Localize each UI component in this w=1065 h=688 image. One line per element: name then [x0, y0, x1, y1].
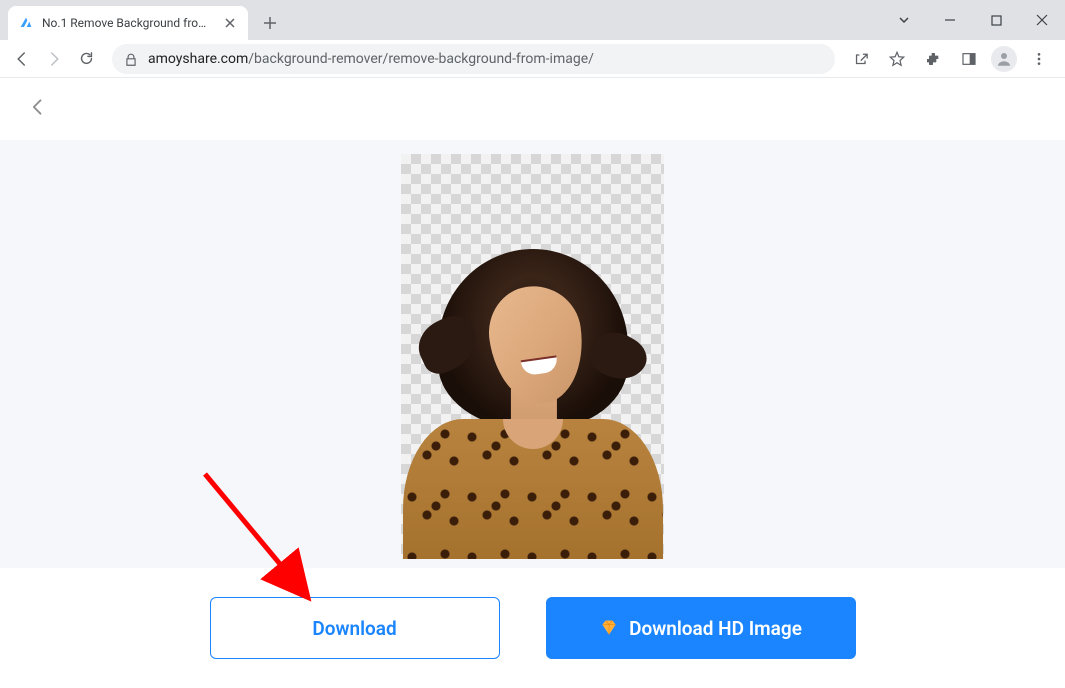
page-header — [0, 78, 1065, 140]
maximize-button[interactable] — [973, 4, 1019, 36]
download-label: Download — [312, 617, 396, 640]
tab-title: No.1 Remove Background from I — [42, 16, 214, 30]
bookmark-icon[interactable] — [883, 45, 911, 73]
reload-button[interactable] — [72, 45, 100, 73]
close-window-button[interactable] — [1019, 4, 1065, 36]
menu-icon[interactable] — [1025, 45, 1053, 73]
site-favicon — [18, 15, 34, 31]
page-back-button[interactable] — [28, 97, 52, 121]
back-button[interactable] — [8, 45, 36, 73]
browser-toolbar: amoyshare.com/background-remover/remove-… — [0, 40, 1065, 78]
result-canvas — [0, 140, 1065, 568]
profile-avatar[interactable] — [991, 46, 1017, 72]
minimize-button[interactable] — [927, 4, 973, 36]
diamond-icon — [599, 618, 619, 638]
lock-icon — [124, 52, 138, 66]
download-button[interactable]: Download — [210, 597, 500, 659]
browser-tab-bar: No.1 Remove Background from I — [0, 0, 1065, 40]
download-hd-label: Download HD Image — [629, 617, 802, 640]
share-icon[interactable] — [847, 45, 875, 73]
close-tab-icon[interactable] — [222, 15, 238, 31]
download-hd-button[interactable]: Download HD Image — [546, 597, 856, 659]
address-bar[interactable]: amoyshare.com/background-remover/remove-… — [112, 44, 835, 74]
action-buttons: Download Download HD Image — [0, 568, 1065, 688]
url-text: amoyshare.com/background-remover/remove-… — [148, 51, 823, 67]
new-tab-button[interactable] — [256, 9, 284, 37]
transparent-background — [401, 154, 664, 559]
browser-tab[interactable]: No.1 Remove Background from I — [8, 6, 248, 40]
forward-button[interactable] — [40, 45, 68, 73]
extensions-icon[interactable] — [919, 45, 947, 73]
side-panel-icon[interactable] — [955, 45, 983, 73]
tab-search-icon[interactable] — [881, 4, 927, 36]
